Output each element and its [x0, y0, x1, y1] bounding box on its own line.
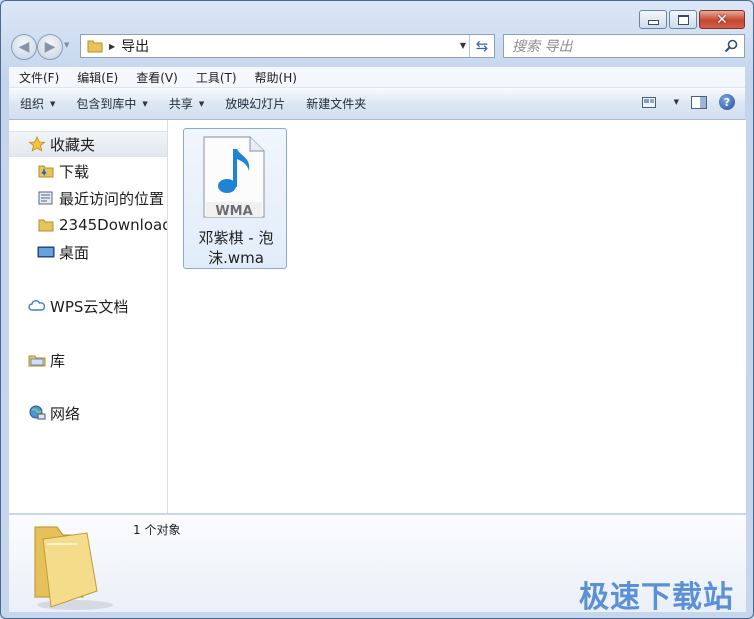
- help-button[interactable]: ?: [719, 94, 735, 110]
- nav-item-2345downloads[interactable]: 2345Downloads: [37, 213, 168, 237]
- share-button[interactable]: 共享 ▼: [158, 95, 214, 112]
- nav-item-downloads[interactable]: 下载: [37, 159, 89, 183]
- slideshow-label: 放映幻灯片: [225, 97, 286, 111]
- nav-network[interactable]: 网络: [9, 401, 167, 425]
- nav-wps-cloud[interactable]: WPS云文档: [9, 294, 167, 318]
- chevron-down-icon: ▼: [673, 98, 679, 106]
- search-placeholder: 搜索 导出: [512, 39, 573, 55]
- include-library-label: 包含到库中: [76, 97, 137, 111]
- recent-places-icon: [38, 191, 53, 205]
- organize-button[interactable]: 组织 ▼: [9, 95, 65, 112]
- nav-item-desktop[interactable]: 桌面: [37, 240, 89, 264]
- watermark-text: 极速下载站: [579, 580, 734, 615]
- menu-tools[interactable]: 工具(T): [186, 69, 245, 86]
- view-icon: [641, 96, 656, 108]
- desktop-icon: [37, 246, 55, 258]
- maximize-button[interactable]: [669, 10, 697, 29]
- refresh-button[interactable]: ⇆: [469, 35, 494, 57]
- help-icon: ?: [719, 94, 735, 110]
- slideshow-button[interactable]: 放映幻灯片: [214, 95, 295, 112]
- details-pane: 1 个对象 极速下载站: [9, 514, 746, 615]
- nav-item-label: 下载: [59, 162, 90, 181]
- search-icon[interactable]: [724, 39, 738, 53]
- nav-wps-cloud-label: WPS云文档: [50, 297, 129, 316]
- new-folder-button[interactable]: 新建文件夹: [295, 95, 376, 112]
- breadcrumb-current[interactable]: 导出: [121, 36, 149, 56]
- menu-file[interactable]: 文件(F): [9, 69, 67, 86]
- close-icon: ✕: [716, 11, 728, 28]
- back-button[interactable]: ◀: [11, 34, 37, 60]
- file-item[interactable]: WMA 邓紫棋 - 泡沫.wma: [183, 128, 287, 269]
- large-folder-icon: [34, 526, 113, 610]
- explorer-window: ✕ ◀ ▶ ▼ ▶ 导出 ▼ ⇆ 搜索 导出 文件(F) 编辑(E) 查看(V)…: [0, 0, 754, 619]
- breadcrumb-arrow-icon[interactable]: ▶: [109, 42, 115, 51]
- file-type-badge: WMA: [215, 204, 252, 219]
- chevron-down-icon: ▼: [142, 99, 148, 108]
- downloads-folder-icon: [38, 165, 54, 178]
- window-controls: ✕: [637, 10, 745, 29]
- navigation-pane: 收藏夹 下载 最近访问的位置 2345Downloads 桌面 WPS云文档 库…: [9, 120, 168, 513]
- cloud-icon: [28, 300, 46, 311]
- minimize-icon: [647, 20, 659, 25]
- nav-favorites[interactable]: 收藏夹: [9, 131, 167, 157]
- file-name: 邓紫棋 - 泡沫.wma: [198, 229, 274, 267]
- menu-bar: 文件(F) 编辑(E) 查看(V) 工具(T) 帮助(H): [9, 67, 745, 88]
- new-folder-label: 新建文件夹: [306, 97, 367, 111]
- refresh-icon: ⇆: [475, 37, 489, 55]
- star-icon: [28, 136, 46, 152]
- view-options-dropdown[interactable]: ▼: [668, 98, 679, 106]
- nav-item-label: 2345Downloads: [59, 216, 168, 234]
- recent-pages-dropdown[interactable]: ▼: [64, 41, 69, 49]
- chevron-down-icon: ▼: [50, 99, 56, 108]
- include-in-library-button[interactable]: 包含到库中 ▼: [65, 95, 157, 112]
- address-bar[interactable]: ▶ 导出 ▼ ⇆: [80, 34, 495, 58]
- nav-item-recent-places[interactable]: 最近访问的位置: [37, 186, 164, 210]
- search-box[interactable]: 搜索 导出: [503, 34, 745, 58]
- nav-libraries-label: 库: [50, 351, 66, 370]
- nav-network-label: 网络: [50, 404, 81, 423]
- preview-pane-icon: [691, 95, 707, 109]
- menu-edit[interactable]: 编辑(E): [67, 69, 126, 86]
- close-button[interactable]: ✕: [699, 10, 745, 29]
- menu-view[interactable]: 查看(V): [126, 69, 186, 86]
- nav-item-label: 桌面: [59, 243, 90, 262]
- library-icon: [28, 355, 46, 367]
- nav-libraries[interactable]: 库: [9, 348, 167, 372]
- share-label: 共享: [168, 97, 193, 111]
- forward-arrow-icon: ▶: [44, 39, 56, 55]
- wma-music-file-icon: WMA: [203, 136, 265, 219]
- nav-favorites-label: 收藏夹: [50, 135, 96, 154]
- command-bar: 组织 ▼ 包含到库中 ▼ 共享 ▼ 放映幻灯片 新建文件夹 ▼ ?: [9, 88, 745, 120]
- preview-pane-button[interactable]: [691, 95, 707, 109]
- folder-icon: [87, 40, 103, 53]
- menu-help[interactable]: 帮助(H): [245, 69, 305, 86]
- address-history-dropdown[interactable]: ▼: [460, 41, 466, 50]
- maximize-icon: [677, 14, 689, 25]
- change-view-button[interactable]: [641, 96, 656, 108]
- chevron-down-icon: ▼: [198, 99, 205, 108]
- minimize-button[interactable]: [639, 10, 667, 29]
- folder-icon: [38, 219, 54, 232]
- view-controls: ▼ ?: [630, 94, 735, 110]
- organize-label: 组织: [20, 97, 45, 111]
- forward-button[interactable]: ▶: [37, 34, 63, 60]
- navigation-bar: ◀ ▶ ▼ ▶ 导出 ▼ ⇆ 搜索 导出: [9, 32, 745, 62]
- file-list: WMA 邓紫棋 - 泡沫.wma: [168, 120, 746, 513]
- network-icon: [29, 405, 46, 420]
- back-arrow-icon: ◀: [18, 39, 30, 55]
- nav-item-label: 最近访问的位置: [59, 189, 165, 208]
- item-count: 1 个对象: [133, 523, 181, 537]
